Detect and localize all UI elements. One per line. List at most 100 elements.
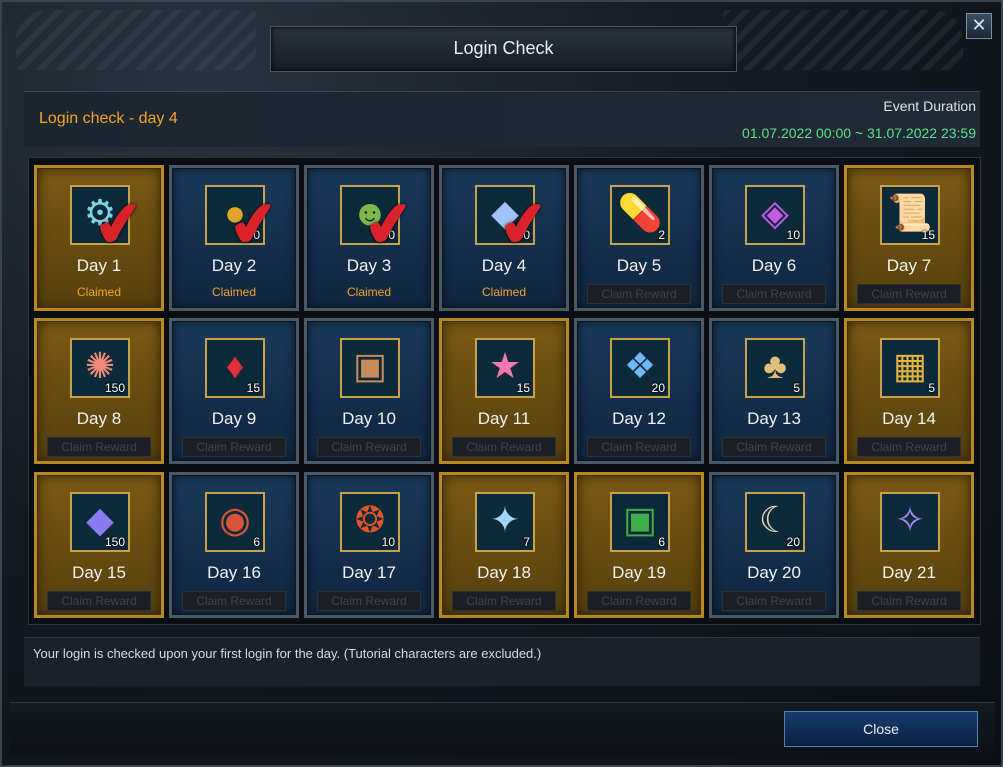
day-cell[interactable]: ✧ Day 21 Claim Reward [844, 472, 974, 618]
event-date-range: 01.07.2022 00:00 ~ 31.07.2022 23:59 [742, 125, 976, 141]
day-label: Day 10 [342, 409, 396, 428]
day-label: Day 6 [751, 256, 797, 275]
reward-item-slot[interactable]: ★ 15 [475, 338, 535, 398]
day-cell[interactable]: ⚙ ✔ Day 1 Claimed [34, 165, 164, 311]
reward-item-slot[interactable]: ♣ 5 [745, 338, 805, 398]
day-label: Day 13 [747, 409, 801, 428]
claim-reward-button[interactable]: Claim Reward [182, 591, 286, 611]
day-cell[interactable]: ♦ 15 Day 9 Claim Reward [169, 318, 299, 464]
claim-reward-button[interactable]: Claim Reward [587, 284, 691, 304]
day-cell[interactable]: ❖ 20 Day 12 Claim Reward [574, 318, 704, 464]
day-label: Day 9 [211, 409, 257, 428]
item-quantity: 6 [253, 535, 260, 549]
claim-reward-button[interactable]: Claim Reward [47, 437, 151, 457]
reward-item-slot[interactable]: 📜 15 [880, 185, 940, 245]
claim-reward-button[interactable]: Claim Reward [722, 437, 826, 457]
claim-reward-button[interactable]: Claim Reward [722, 591, 826, 611]
claim-reward-button[interactable]: Claim Reward [857, 591, 961, 611]
claim-reward-button[interactable]: Claim Reward [317, 591, 421, 611]
day-cell[interactable]: ▣ 6 Day 19 Claim Reward [574, 472, 704, 618]
reward-item-slot[interactable]: ● 100 ✔ [205, 185, 284, 261]
reward-item-slot[interactable]: ◉ 6 [205, 492, 265, 552]
claim-reward-button[interactable]: Claim Reward [452, 591, 556, 611]
claim-reward-button[interactable]: Claim Reward [317, 437, 421, 457]
day-label: Day 17 [342, 563, 396, 582]
reward-item-slot[interactable]: ◆ 150 ✔ [475, 185, 554, 261]
day-cell[interactable]: 📜 15 Day 7 Claim Reward [844, 165, 974, 311]
item-quantity: 20 [786, 535, 800, 549]
day-cell[interactable]: ✦ 7 Day 18 Claim Reward [439, 472, 569, 618]
title-bar: Login Check [270, 26, 737, 72]
reward-item-slot[interactable]: ❂ 10 [340, 492, 400, 552]
close-icon[interactable]: ✕ [966, 13, 992, 39]
ornament-left [16, 10, 256, 70]
day-cell[interactable]: ◈ 10 Day 6 Claim Reward [709, 165, 839, 311]
day-label: Day 1 [76, 256, 122, 275]
claimed-check-icon: ✔ [359, 187, 419, 262]
item-quantity: 7 [523, 535, 530, 549]
item-quantity: 6 [658, 535, 665, 549]
claim-reward-button[interactable]: Claim Reward [587, 591, 691, 611]
header-panel: Login check - day 4 Event Duration 01.07… [24, 91, 980, 147]
claim-reward-button[interactable]: Claim Reward [182, 437, 286, 457]
reward-item-slot[interactable]: ♦ 15 [205, 338, 265, 398]
claim-reward-button[interactable]: Claim Reward [587, 437, 691, 457]
reward-item-slot[interactable]: ✧ [880, 492, 940, 552]
reward-item-slot[interactable]: ☻ 100 ✔ [340, 185, 419, 261]
item-quantity: 15 [246, 381, 260, 395]
claimed-check-icon: ✔ [494, 187, 554, 262]
reward-item-slot[interactable]: ▣ 6 [610, 492, 670, 552]
day-label: Day 7 [886, 256, 932, 275]
day-cell[interactable]: ▣ Day 10 Claim Reward [304, 318, 434, 464]
day-cell[interactable]: ◆ 150 ✔ Day 4 Claimed [439, 165, 569, 311]
day-label: Day 4 [481, 256, 527, 275]
close-button[interactable]: Close [784, 711, 978, 747]
item-quantity: 5 [928, 381, 935, 395]
reward-item-slot[interactable]: ☾ 20 [745, 492, 805, 552]
ornament-right [723, 10, 963, 70]
reward-item-slot[interactable]: ✺ 150 [70, 338, 130, 398]
day-cell[interactable]: ● 100 ✔ Day 2 Claimed [169, 165, 299, 311]
day-label: Day 11 [477, 409, 531, 428]
reward-item-slot[interactable]: ❖ 20 [610, 338, 670, 398]
gift-box-icon: ▣ [352, 345, 387, 386]
card-icon: ✧ [894, 499, 926, 540]
day-cell[interactable]: 💊 2 Day 5 Claim Reward [574, 165, 704, 311]
item-quantity: 150 [104, 535, 125, 549]
day-label: Day 16 [207, 563, 261, 582]
reward-item-slot[interactable]: 💊 2 [610, 185, 670, 245]
claimed-status: Claimed [481, 285, 526, 299]
claim-reward-button[interactable]: Claim Reward [452, 437, 556, 457]
claim-reward-button[interactable]: Claim Reward [722, 284, 826, 304]
reward-item-slot[interactable]: ◆ 150 [70, 492, 130, 552]
day-cell[interactable]: ☾ 20 Day 20 Claim Reward [709, 472, 839, 618]
reward-item-slot[interactable]: ▣ [340, 338, 400, 398]
day-cell[interactable]: ☻ 100 ✔ Day 3 Claimed [304, 165, 434, 311]
reward-item-slot[interactable]: ◈ 10 [745, 185, 805, 245]
claim-reward-button[interactable]: Claim Reward [47, 591, 151, 611]
reward-item-slot[interactable]: ▦ 5 [880, 338, 940, 398]
item-quantity: 5 [793, 381, 800, 395]
day-cell[interactable]: ◉ 6 Day 16 Claim Reward [169, 472, 299, 618]
day-cell[interactable]: ❂ 10 Day 17 Claim Reward [304, 472, 434, 618]
day-label: Day 3 [346, 256, 392, 275]
day-label: Day 21 [882, 563, 936, 582]
reward-item-slot[interactable]: ⚙ ✔ [70, 185, 149, 261]
reward-grid: ⚙ ✔ Day 1 Claimed ● 100 ✔ Day 2 Claimed ☻ 100 ✔ Day … [28, 157, 981, 625]
item-quantity: 15 [921, 228, 935, 242]
day-cell[interactable]: ▦ 5 Day 14 Claim Reward [844, 318, 974, 464]
reward-item-slot[interactable]: ✦ 7 [475, 492, 535, 552]
login-day-label: Login check - day 4 [39, 110, 178, 127]
day-cell[interactable]: ★ 15 Day 11 Claim Reward [439, 318, 569, 464]
claimed-check-icon: ✔ [89, 187, 149, 262]
claim-reward-button[interactable]: Claim Reward [857, 437, 961, 457]
day-label: Day 20 [747, 563, 801, 582]
claimed-status: Claimed [76, 285, 121, 299]
day-cell[interactable]: ◆ 150 Day 15 Claim Reward [34, 472, 164, 618]
day-cell[interactable]: ✺ 150 Day 8 Claim Reward [34, 318, 164, 464]
day-cell[interactable]: ♣ 5 Day 13 Claim Reward [709, 318, 839, 464]
day-label: Day 15 [72, 563, 126, 582]
item-quantity: 10 [786, 228, 800, 242]
claim-reward-button[interactable]: Claim Reward [857, 284, 961, 304]
item-quantity: 150 [104, 381, 125, 395]
